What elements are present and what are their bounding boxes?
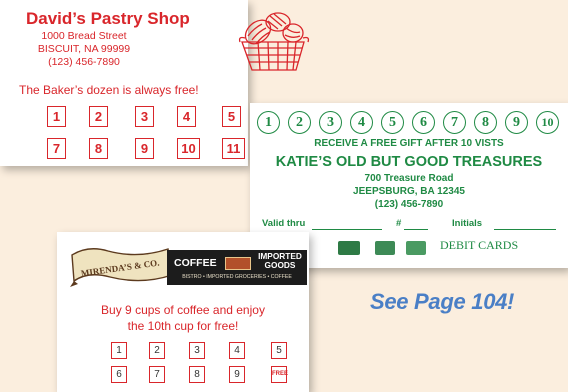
valid-thru-line bbox=[312, 229, 382, 230]
katie-address-city: JEEPSBURG, BA 12345 bbox=[353, 186, 465, 197]
coffee-punch-box: 8 bbox=[189, 366, 205, 383]
coffee-punch-box: 3 bbox=[189, 342, 205, 359]
coffee-punch-card: MIRENDA’S & CO. COFFEE IMPORTED GOODS BI… bbox=[57, 232, 309, 392]
coffee-subline: BISTRO • IMPORTED GROCERIES • COFFEE bbox=[182, 274, 292, 280]
coffee-free-box: FREE bbox=[271, 366, 288, 383]
visit-circle: 10 bbox=[536, 111, 559, 134]
card-icon bbox=[338, 241, 360, 255]
coffee-punch-box: 7 bbox=[149, 366, 165, 383]
discover-card-icon bbox=[406, 241, 426, 255]
imported-goods-text: IMPORTED GOODS bbox=[258, 251, 302, 270]
visit-circle: 9 bbox=[505, 111, 528, 134]
punch-box: 3 bbox=[135, 106, 154, 127]
visit-circle: 6 bbox=[412, 111, 435, 134]
coffee-punch-box: 4 bbox=[229, 342, 245, 359]
punch-box: 10 bbox=[177, 138, 200, 159]
pastry-address-city: BISCUIT, NA 99999 bbox=[37, 43, 131, 55]
punch-box: 1 bbox=[47, 106, 66, 127]
coffee-logo-band: COFFEE IMPORTED GOODS BISTRO • IMPORTED … bbox=[167, 250, 307, 285]
coffee-emblem-icon bbox=[225, 257, 251, 270]
pastry-address-phone: (123) 456-7890 bbox=[48, 56, 120, 68]
katie-offer-text: RECEIVE A FREE GIFT AFTER 10 VISTS bbox=[314, 138, 504, 149]
coffee-punch-box: 5 bbox=[271, 342, 287, 359]
initials-label: Initials bbox=[452, 218, 483, 229]
punch-box: 11 bbox=[222, 138, 245, 159]
punch-box: 9 bbox=[135, 138, 154, 159]
number-line bbox=[404, 229, 428, 230]
valid-thru-label: Valid thru bbox=[262, 218, 306, 229]
bread-basket-icon bbox=[238, 12, 310, 71]
coffee-offer-line-1: Buy 9 cups of coffee and enjoy bbox=[101, 303, 265, 317]
katie-store-name: KATIE’S OLD BUT GOOD TREASURES bbox=[275, 154, 543, 170]
coffee-punch-box: 9 bbox=[229, 366, 245, 383]
see-page-callout: See Page 104! bbox=[370, 289, 515, 314]
coffee-punch-box: 2 bbox=[149, 342, 165, 359]
pastry-tagline: The Baker’s dozen is always free! bbox=[19, 83, 199, 97]
punch-box: 8 bbox=[89, 138, 108, 159]
punch-box: 5 bbox=[222, 106, 241, 127]
katie-address-phone: (123) 456-7890 bbox=[374, 199, 444, 210]
visit-circle: 1 bbox=[257, 111, 280, 134]
visit-circle: 7 bbox=[443, 111, 466, 134]
visit-circle: 5 bbox=[381, 111, 404, 134]
visit-circle: 2 bbox=[288, 111, 311, 134]
card-icon bbox=[375, 241, 395, 255]
coffee-offer-line-2: the 10th cup for free! bbox=[127, 319, 239, 333]
punch-box: 7 bbox=[47, 138, 66, 159]
punch-box: 2 bbox=[89, 106, 108, 127]
visit-circle: 8 bbox=[474, 111, 497, 134]
katie-address-street: 700 Treasure Road bbox=[364, 173, 454, 184]
coffee-punch-box: 1 bbox=[111, 342, 127, 359]
pastry-address-street: 1000 Bread Street bbox=[41, 30, 127, 42]
number-label: # bbox=[396, 218, 402, 229]
debit-cards-text: DEBIT CARDS bbox=[440, 238, 519, 252]
visit-circle: 4 bbox=[350, 111, 373, 134]
pastry-shop-title: David’s Pastry Shop bbox=[26, 9, 190, 28]
pastry-punch-card: David’s Pastry Shop 1000 Bread Street BI… bbox=[0, 0, 310, 166]
coffee-word: COFFEE bbox=[174, 257, 217, 269]
initials-line bbox=[494, 229, 556, 230]
punch-box: 4 bbox=[177, 106, 196, 127]
coffee-punch-box: 6 bbox=[111, 366, 127, 383]
visit-circle: 3 bbox=[319, 111, 342, 134]
